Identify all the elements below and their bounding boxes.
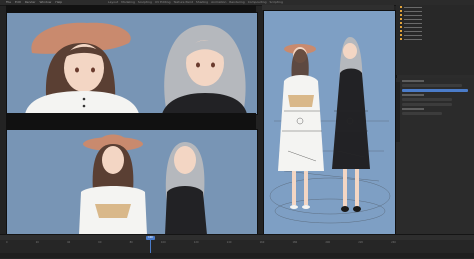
current-frame-marker[interactable]: 100 xyxy=(146,236,155,240)
eye-right xyxy=(91,67,95,73)
properties-tabs[interactable] xyxy=(396,82,400,142)
face-left-2 xyxy=(102,146,124,174)
waist-sash-3 xyxy=(288,95,314,107)
letterbox-middle xyxy=(6,113,256,129)
tick-label: 200 xyxy=(325,241,331,244)
face-right-3 xyxy=(343,43,357,59)
leg-right-2 xyxy=(355,169,359,207)
shoe-left-2 xyxy=(302,205,310,209)
tick-label: 0 xyxy=(6,241,8,244)
leg-left-2 xyxy=(304,171,308,205)
outliner-row[interactable] xyxy=(396,37,474,41)
dress-black-2 xyxy=(165,186,207,235)
tick-label: 60 xyxy=(98,241,102,244)
property-field[interactable] xyxy=(402,84,462,87)
outliner-panel[interactable] xyxy=(396,5,474,75)
eye-right-2 xyxy=(211,62,215,68)
button-2 xyxy=(82,104,86,108)
camera-viewport-closeup[interactable] xyxy=(6,12,258,115)
leg-left-1 xyxy=(292,171,296,205)
tick-label: 220 xyxy=(358,241,364,244)
hat-crown-2 xyxy=(99,134,127,142)
tick-label: 160 xyxy=(259,241,265,244)
face-right-2 xyxy=(174,146,196,174)
rig-viewport-render xyxy=(269,37,391,224)
waist-sash xyxy=(95,204,131,218)
property-label xyxy=(402,94,424,96)
property-field[interactable] xyxy=(402,112,442,115)
boot-right-1 xyxy=(341,206,349,212)
dress-white-3 xyxy=(278,75,324,171)
tick-label: 240 xyxy=(391,241,396,244)
property-field[interactable] xyxy=(402,103,452,106)
properties-panel[interactable] xyxy=(396,78,474,234)
property-field-active[interactable] xyxy=(402,89,468,92)
tick-label: 40 xyxy=(67,241,71,244)
tick-label: 80 xyxy=(129,241,133,244)
button-1 xyxy=(82,97,86,101)
status-bar xyxy=(0,253,474,258)
tick-label: 180 xyxy=(292,241,298,244)
shoe-left-1 xyxy=(290,205,298,209)
tick-label: 120 xyxy=(193,241,199,244)
tick-label: 20 xyxy=(35,241,39,244)
letterbox-top xyxy=(6,5,256,12)
eye-left-2 xyxy=(196,62,200,68)
timeline-header xyxy=(0,235,474,240)
timeline-ruler: 0 20 40 60 80 100 120 140 160 180 200 22… xyxy=(6,241,396,245)
dress-white xyxy=(25,91,139,114)
3d-viewport[interactable] xyxy=(263,10,396,236)
leg-right-1 xyxy=(343,169,347,207)
closeup-render xyxy=(25,22,247,114)
boot-right-2 xyxy=(353,206,361,212)
tick-label: 140 xyxy=(226,241,232,244)
property-label xyxy=(402,80,424,82)
eye-left xyxy=(75,67,79,73)
property-field[interactable] xyxy=(402,98,452,101)
tick-label: 100 xyxy=(160,241,166,244)
property-label xyxy=(402,108,424,110)
camera-viewport-medium[interactable] xyxy=(6,129,258,236)
medium-render xyxy=(79,134,207,235)
